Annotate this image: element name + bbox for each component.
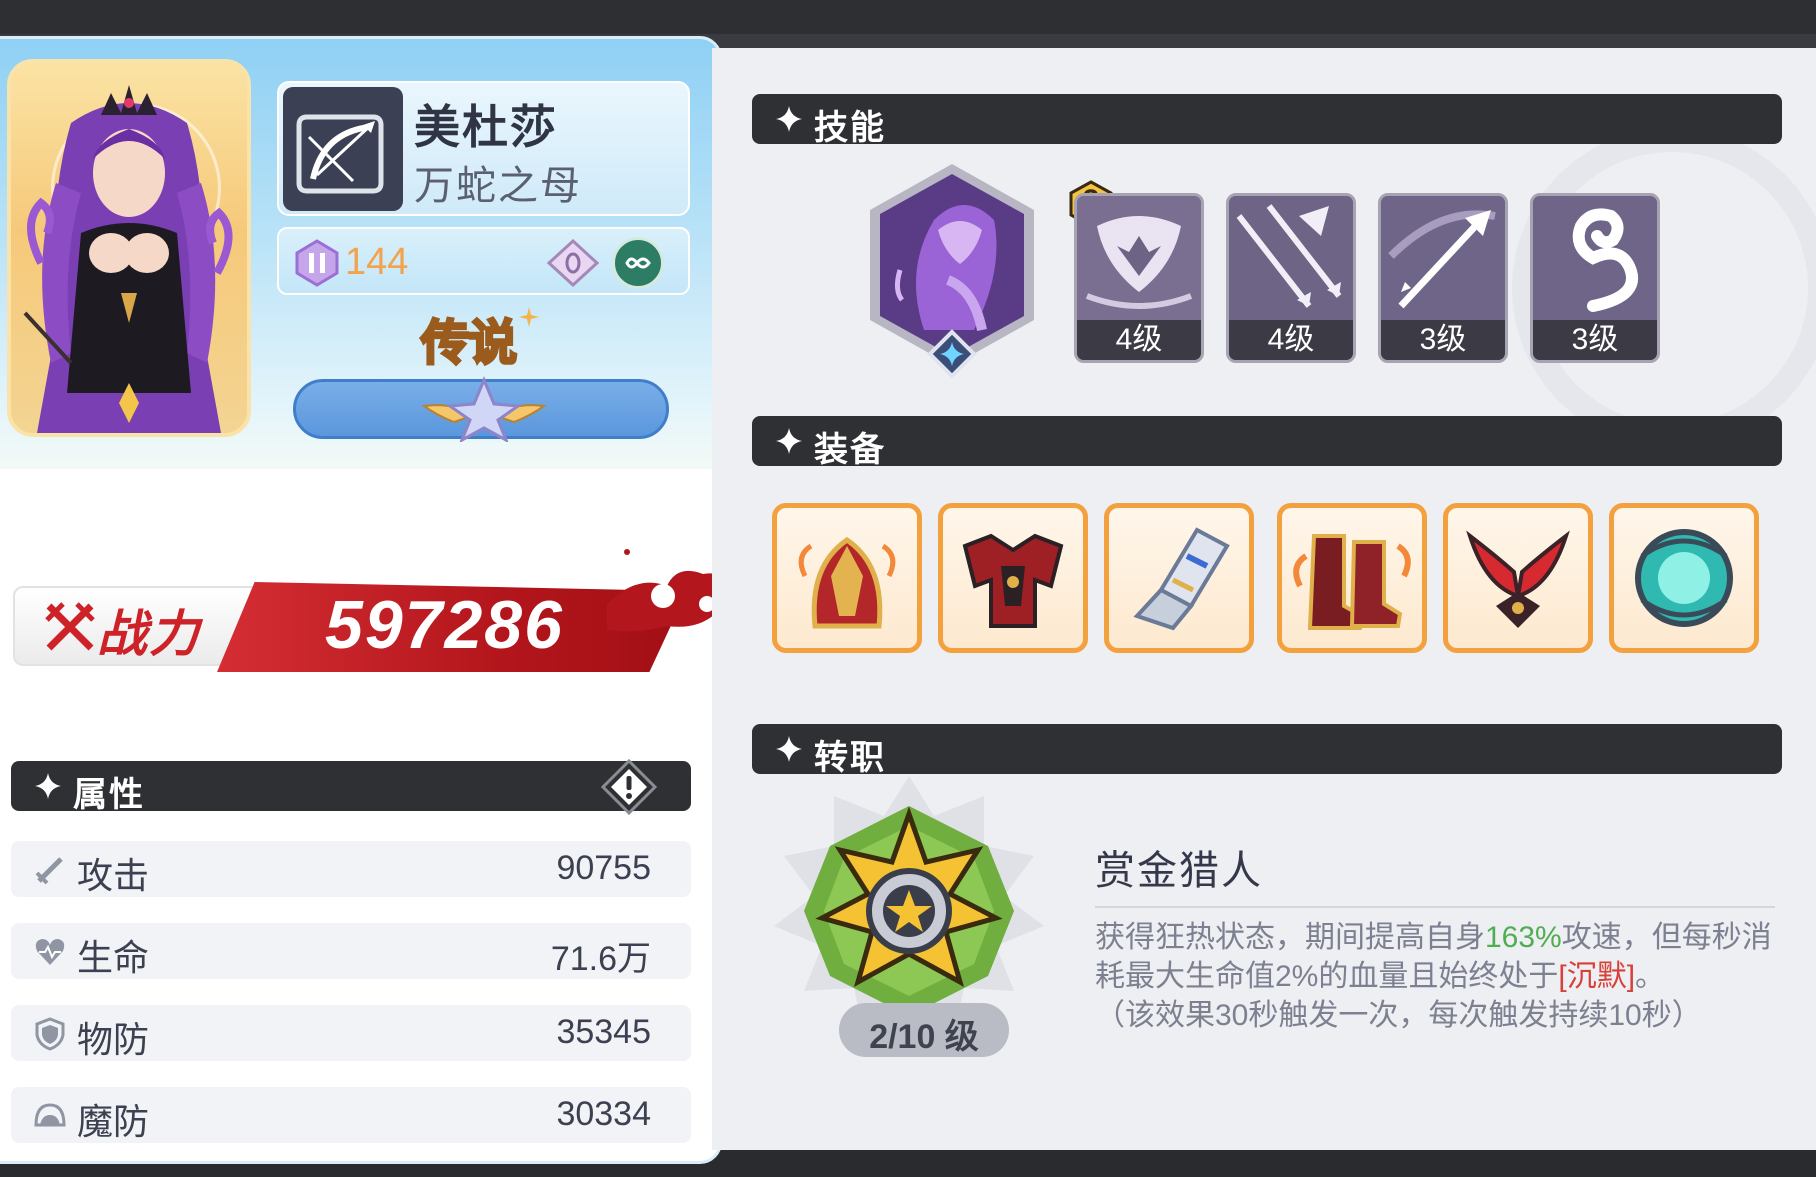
orb-accessory-icon (1635, 529, 1733, 627)
equipment-title: 装备 (814, 431, 886, 469)
skill-level: 4级 (1115, 323, 1163, 356)
header-star-icon (776, 106, 802, 132)
job-divider (1095, 906, 1775, 908)
heart-icon (35, 939, 65, 965)
job-desc-note: （该效果30秒触发一次，每次触发持续10秒） (1095, 999, 1702, 1032)
equipment-slot-horn[interactable] (1443, 503, 1593, 653)
equipment-slot-boots[interactable] (1277, 503, 1427, 653)
legend-rarity-badge: 传说 (419, 307, 539, 372)
arrow-rain-skill-icon (1229, 196, 1353, 320)
header-star-icon (35, 773, 61, 799)
skill-slot-2[interactable]: 4级 (1226, 193, 1356, 363)
medusa-portrait-art (23, 85, 233, 433)
equipment-slot-orb[interactable] (1609, 503, 1759, 653)
combat-power-area: 战力 597286 (7, 534, 719, 674)
header-star-icon (776, 736, 802, 762)
snake-ultimate-skill-icon[interactable] (864, 160, 1040, 392)
job-desc-highlight: 163% (1485, 921, 1562, 954)
attribute-row-hp: 生命 71.6万 (11, 923, 691, 979)
class-change-header: 转职 (752, 724, 1782, 777)
job-desc-part: 获得狂热状态，期间提高自身 (1095, 921, 1485, 954)
hero-name: 美杜莎 (414, 101, 558, 153)
attribute-value: 71.6万 (550, 940, 651, 978)
power-value: 597286 (325, 587, 564, 663)
attribute-row-magic-defense: 魔防 30334 (11, 1087, 691, 1143)
skill-level: 4级 (1267, 323, 1315, 356)
skills-title: 技能 (814, 109, 886, 147)
serpent-skill-icon (1533, 196, 1657, 320)
skills-header: 技能 (752, 94, 1782, 147)
details-panel: 技能 3 4级 4级 (712, 48, 1816, 1150)
class-level: 2/10 级 (869, 1018, 979, 1056)
attribute-label: 魔防 (77, 1101, 150, 1142)
hero-banner: 美杜莎 万蛇之母 144 传说 (0, 39, 719, 469)
hero-level-box: 144 (277, 227, 690, 295)
power-label: 战力 (97, 606, 201, 662)
attribute-row-attack: 攻击 90755 (11, 841, 691, 897)
info-icon[interactable] (601, 759, 657, 815)
class-change-title: 转职 (814, 739, 886, 777)
equipment-slot-gauntlet[interactable] (1104, 503, 1254, 653)
hero-level: 144 (345, 241, 409, 283)
shield-icon (35, 1017, 65, 1051)
attribute-label: 生命 (77, 937, 150, 978)
splash-decoration (607, 549, 719, 632)
rank-diamond-icon[interactable] (547, 239, 599, 287)
hero-panel: 美杜莎 万蛇之母 144 传说 战力 597286 属性 攻击 90755 生命… (0, 36, 722, 1164)
attribute-value: 30334 (556, 1095, 651, 1133)
silence-status-text: [沉默] (1558, 960, 1636, 993)
job-name: 赏金猎人 (1095, 849, 1263, 893)
skill-level: 3级 (1571, 323, 1619, 356)
job-description: 获得狂热状态，期间提高自身163%攻速，但每秒消耗最大生命值2%的血量且始终处于… (1095, 918, 1795, 1035)
rarity-text: 传说 (420, 317, 517, 370)
gauntlet-equip-icon (1133, 527, 1230, 631)
equipment-slot-helmet[interactable] (772, 503, 922, 653)
equipment-slot-armor[interactable] (938, 503, 1088, 653)
class-level-pill: 2/10 级 (839, 1003, 1009, 1057)
job-desc-part: 。 (1635, 960, 1666, 993)
horn-accessory-icon (1466, 530, 1570, 628)
winged-star-icon (421, 376, 547, 442)
armor-equip-icon (962, 533, 1064, 628)
infinity-icon[interactable] (612, 237, 664, 289)
attribute-label: 物防 (77, 1019, 150, 1060)
top-bar (0, 0, 1816, 34)
class-icon-box (283, 87, 403, 211)
skill-slot-3[interactable]: 3级 (1378, 193, 1508, 363)
header-star-icon (776, 428, 802, 454)
level-gem-icon (295, 239, 339, 287)
attributes-header: 属性 (11, 759, 691, 815)
attribute-label: 攻击 (77, 855, 150, 896)
equipment-header: 装备 (752, 416, 1782, 469)
hero-title: 万蛇之母 (414, 164, 582, 208)
helmet-icon (34, 1103, 66, 1127)
hero-identity-box: 美杜莎 万蛇之母 (277, 81, 690, 216)
attribute-value: 35345 (556, 1013, 651, 1051)
crossed-swords-icon (45, 602, 95, 651)
armor-burst-skill-icon (1077, 196, 1201, 320)
skill-slot-1[interactable]: 4级 (1074, 193, 1204, 363)
attributes-title: 属性 (73, 776, 145, 814)
hero-portrait[interactable] (7, 59, 251, 437)
star-rank-bar[interactable] (293, 376, 669, 442)
sword-icon (35, 857, 63, 885)
piercing-arrow-skill-icon (1381, 196, 1505, 320)
attribute-value: 90755 (556, 849, 651, 887)
skill-level: 3级 (1419, 323, 1467, 356)
helmet-equip-icon (798, 536, 896, 629)
attribute-row-physical-defense: 物防 35345 (11, 1005, 691, 1061)
boots-equip-icon (1293, 534, 1411, 630)
bow-class-icon (296, 114, 384, 194)
skill-slot-4[interactable]: 3级 (1530, 193, 1660, 363)
